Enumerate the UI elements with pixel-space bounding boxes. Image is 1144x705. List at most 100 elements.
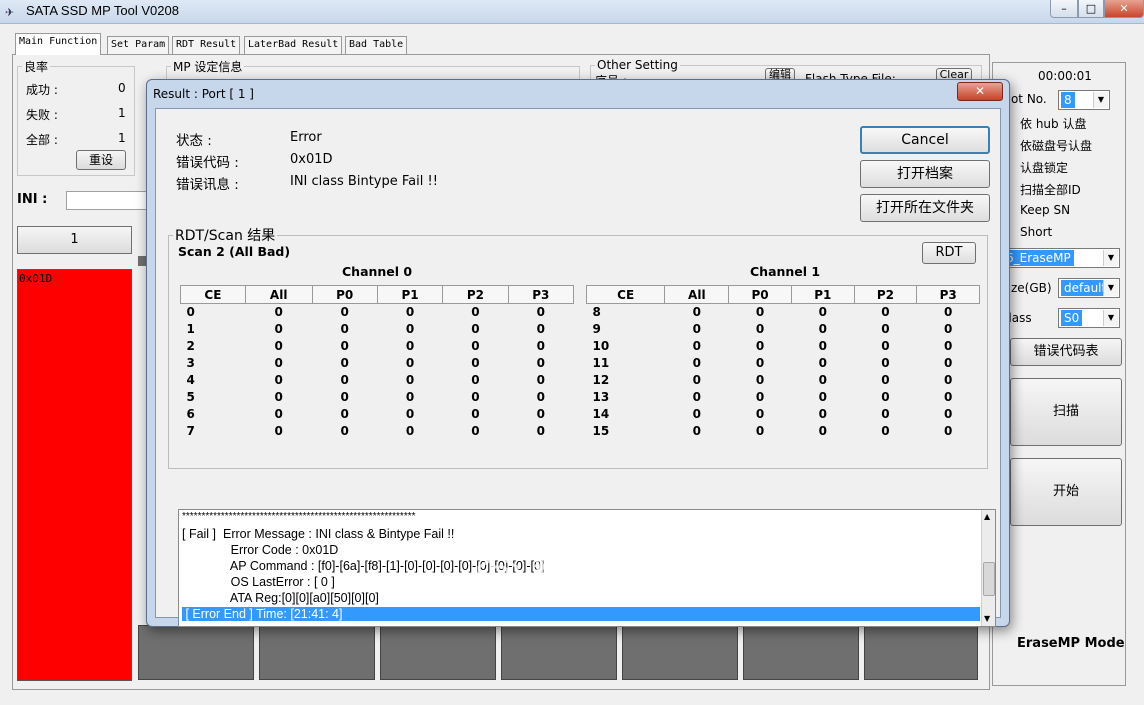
table-cell: 0 <box>536 390 545 404</box>
slot-select[interactable]: 8 ▼ <box>1058 90 1110 110</box>
total-label: 全部 : <box>26 133 58 147</box>
success-value: 0 <box>118 81 126 95</box>
table-cell: 0 <box>818 356 827 370</box>
tab-main-function[interactable]: Main Function <box>15 33 102 55</box>
start-button[interactable]: 开始 <box>1010 458 1122 526</box>
minimize-button[interactable]: – <box>1050 0 1078 18</box>
scroll-down-icon[interactable]: ▼ <box>984 614 990 623</box>
port-2-panel[interactable] <box>138 625 254 680</box>
fail-value: 1 <box>118 106 126 120</box>
table-row: 7 0 0 0 0 0 <box>181 423 574 440</box>
scan-button[interactable]: 扫描 <box>1010 378 1122 446</box>
timer: 00:00:01 <box>1038 69 1092 83</box>
mode-text: EraseMP Mode <box>1017 636 1125 651</box>
table-cell: 4 <box>186 373 195 387</box>
table-cell: 0 <box>692 356 701 370</box>
table-row: 13 0 0 0 0 0 <box>587 389 980 406</box>
table-row: 8 0 0 0 0 0 <box>587 304 980 321</box>
table-cell: 0 <box>943 390 953 404</box>
table-cell: 0 <box>692 424 701 438</box>
log-line-selected[interactable]: [ Error End ] Time: [21:41: 4] <box>182 607 980 621</box>
table-cell: 0 <box>692 322 701 336</box>
log-scrollbar[interactable]: ▲ ▼ <box>981 510 995 626</box>
table-row: 12 0 0 0 0 0 <box>587 372 980 389</box>
table-cell: 0 <box>692 390 701 404</box>
maximize-button[interactable]: □ <box>1078 0 1104 18</box>
table-cell: 0 <box>943 322 953 336</box>
table-cell: 0 <box>186 305 195 320</box>
table-cell: 0 <box>943 407 953 421</box>
tab-set-param[interactable]: Set Param <box>107 36 170 54</box>
table-cell: 0 <box>818 424 827 438</box>
column-header: P3 <box>916 285 980 304</box>
size-select[interactable]: default ▼ <box>1058 278 1120 298</box>
class-select[interactable]: S0 ▼ <box>1058 308 1120 328</box>
ini-input[interactable] <box>66 191 156 210</box>
table-cell: 0 <box>405 407 415 421</box>
channel-0-title: Channel 0 <box>342 264 413 279</box>
rdt-button[interactable]: RDT <box>922 242 976 264</box>
success-label: 成功 : <box>26 83 58 97</box>
table-cell: 0 <box>881 424 890 438</box>
table-cell: 0 <box>536 339 545 353</box>
table-cell: 0 <box>536 305 545 320</box>
table-row: 15 0 0 0 0 0 <box>587 423 980 440</box>
chevron-down-icon: ▼ <box>1103 310 1118 326</box>
watermark: 数码之家 MYDIGIT.NET <box>475 549 675 609</box>
tab-rdt-result[interactable]: RDT Result <box>172 36 241 54</box>
port-6-panel[interactable] <box>622 625 738 680</box>
column-header: CE <box>180 285 246 304</box>
table-cell: 0 <box>340 373 349 387</box>
port-5-panel[interactable] <box>501 625 617 680</box>
port-8-panel[interactable] <box>864 625 978 680</box>
column-header: P0 <box>728 285 792 304</box>
mode-select[interactable]: 6_EraseMP ▼ <box>1000 248 1120 268</box>
right-panel <box>992 62 1126 686</box>
table-cell: 0 <box>405 373 415 387</box>
scroll-thumb[interactable] <box>983 562 995 596</box>
tab-laterbad-result[interactable]: LaterBad Result <box>244 36 343 54</box>
close-button[interactable]: ✕ <box>1104 0 1144 18</box>
log-line: ****************************************… <box>182 511 416 522</box>
error-code-table-button[interactable]: 错误代码表 <box>1010 338 1122 366</box>
watermark-en: MYDIGIT.NET <box>533 592 621 606</box>
table-cell: 0 <box>881 373 890 387</box>
dialog-body: 状态 : Error 错误代码 : 0x01D 错误讯息 : INI class… <box>155 108 1001 627</box>
port-1-panel[interactable] <box>17 269 132 681</box>
table-cell: 0 <box>881 356 890 370</box>
cancel-button[interactable]: Cancel <box>860 126 990 154</box>
option-keep-sn[interactable]: Keep SN <box>1020 203 1070 217</box>
port-4-panel[interactable] <box>380 625 496 680</box>
port-header-1[interactable]: 1 <box>17 226 132 254</box>
channel-1-title: Channel 1 <box>750 264 821 279</box>
table-cell: 0 <box>471 407 480 421</box>
tab-bad-table[interactable]: Bad Table <box>345 36 408 54</box>
option-disk-number[interactable]: 依磁盘号认盘 <box>1020 137 1092 154</box>
log-line: OS LastError : [ 0 ] <box>182 575 335 589</box>
table-cell: 0 <box>536 407 545 421</box>
open-folder-button[interactable]: 打开所在文件夹 <box>860 194 990 222</box>
option-scan-all-id[interactable]: 扫描全部ID <box>1020 181 1081 198</box>
log-line: [ Fail ] Error Message : INI class & Bin… <box>182 527 455 541</box>
option-short[interactable]: Short <box>1020 225 1052 239</box>
column-header: All <box>664 285 730 304</box>
table-cell: 0 <box>274 322 283 336</box>
chevron-down-icon: ▼ <box>1103 280 1118 296</box>
table-cell: 3 <box>186 356 195 370</box>
slot-value: 8 <box>1061 92 1075 108</box>
table-row: 3 0 0 0 0 0 <box>181 355 574 372</box>
reset-button[interactable]: 重设 <box>76 150 126 170</box>
option-lock[interactable]: 认盘锁定 <box>1020 159 1068 176</box>
window-title: SATA SSD MP Tool V0208 <box>26 3 179 18</box>
class-value: S0 <box>1061 310 1083 326</box>
open-file-button[interactable]: 打开档案 <box>860 160 990 188</box>
log-line: Error Code : 0x01D <box>182 543 339 557</box>
port-7-panel[interactable] <box>743 625 859 680</box>
dialog-close-button[interactable]: ✕ <box>957 82 1003 101</box>
port-3-panel[interactable] <box>259 625 375 680</box>
error-message-value: INI class Bintype Fail !! <box>290 174 438 189</box>
result-dialog: Result : Port [ 1 ] ✕ 状态 : Error 错误代码 : … <box>146 79 1010 627</box>
scroll-up-icon[interactable]: ▲ <box>984 512 990 521</box>
option-hub[interactable]: 依 hub 认盘 <box>1020 115 1086 132</box>
mode-value: 6_EraseMP <box>1003 250 1074 266</box>
